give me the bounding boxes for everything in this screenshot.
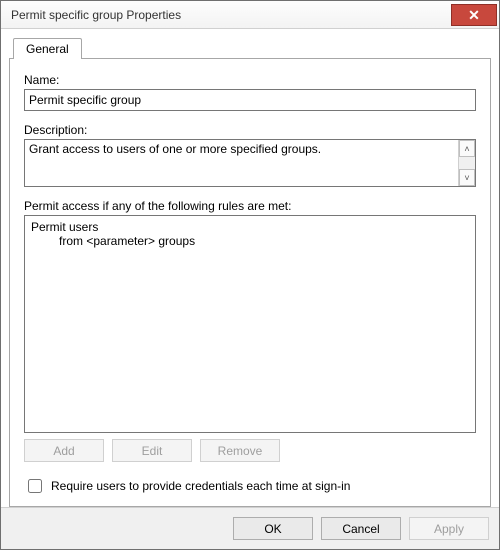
- titlebar: Permit specific group Properties ✕: [1, 1, 499, 29]
- cancel-button[interactable]: Cancel: [321, 517, 401, 540]
- rule-line-1: Permit users: [31, 220, 469, 234]
- name-label: Name:: [24, 73, 476, 87]
- description-field: Grant access to users of one or more spe…: [24, 139, 476, 187]
- require-credentials-label: Require users to provide credentials eac…: [51, 479, 350, 493]
- tabstrip: General: [13, 37, 491, 58]
- description-label: Description:: [24, 123, 476, 137]
- description-scrollbar: ˄ ˅: [458, 140, 475, 186]
- add-button[interactable]: Add: [24, 439, 104, 462]
- rules-header-label: Permit access if any of the following ru…: [24, 199, 476, 213]
- client-area: General Name: Description: Grant access …: [1, 29, 499, 507]
- tab-general[interactable]: General: [13, 38, 82, 59]
- chevron-down-icon: ˅: [464, 173, 469, 183]
- scroll-down-button[interactable]: ˅: [459, 169, 475, 186]
- description-input[interactable]: Grant access to users of one or more spe…: [25, 140, 458, 186]
- dialog-footer: OK Cancel Apply: [1, 507, 499, 549]
- close-icon: ✕: [468, 8, 480, 22]
- window-title: Permit specific group Properties: [1, 8, 451, 22]
- name-input[interactable]: [24, 89, 476, 111]
- rule-line-2: from <parameter> groups: [31, 234, 469, 248]
- rules-list[interactable]: Permit users from <parameter> groups: [24, 215, 476, 433]
- scroll-up-button[interactable]: ˄: [459, 140, 475, 157]
- require-credentials-checkbox[interactable]: [28, 479, 42, 493]
- dialog-window: Permit specific group Properties ✕ Gener…: [0, 0, 500, 550]
- apply-button[interactable]: Apply: [409, 517, 489, 540]
- close-button[interactable]: ✕: [451, 4, 497, 26]
- chevron-up-icon: ˄: [464, 144, 469, 154]
- ok-button[interactable]: OK: [233, 517, 313, 540]
- rule-buttons-row: Add Edit Remove: [24, 439, 476, 462]
- remove-button[interactable]: Remove: [200, 439, 280, 462]
- require-credentials-row: Require users to provide credentials eac…: [24, 476, 476, 496]
- tab-page-general: Name: Description: Grant access to users…: [9, 58, 491, 507]
- edit-button[interactable]: Edit: [112, 439, 192, 462]
